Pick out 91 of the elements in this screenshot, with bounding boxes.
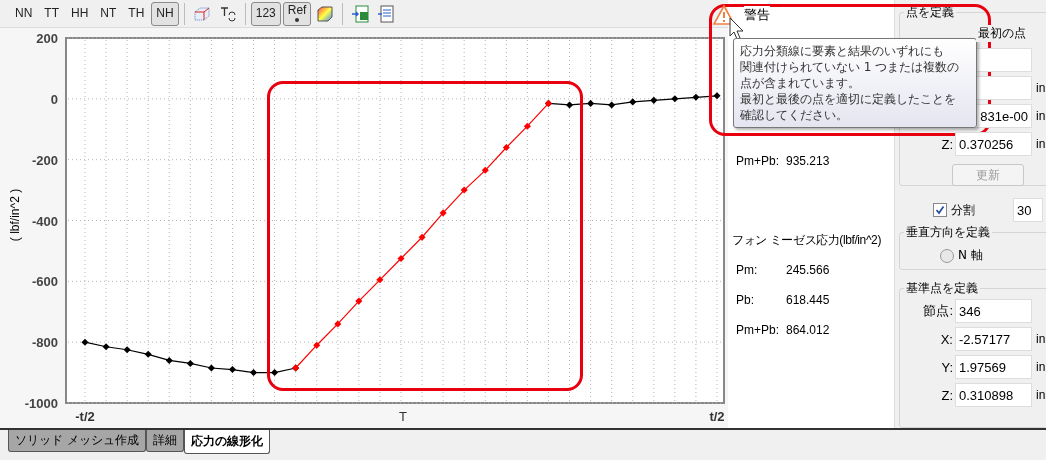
- data-point: [313, 341, 321, 349]
- group-title: 基準点を定義: [905, 280, 979, 297]
- data-point: [165, 356, 173, 364]
- tooltip-title: 警告: [744, 6, 770, 24]
- data-point: [397, 255, 405, 263]
- data-point: [523, 122, 531, 130]
- data-point: [123, 346, 131, 354]
- message-line: 応力分類線に要素と結果のいずれにも: [740, 43, 944, 59]
- unit-label: in: [1036, 388, 1046, 402]
- unit-label: in: [1036, 137, 1046, 151]
- unit-label: in: [1036, 109, 1046, 123]
- result-label: Pb:: [736, 293, 755, 307]
- data-point: [629, 98, 637, 106]
- field-label: Y:: [941, 359, 953, 375]
- y-axis-label: ( lbf/in^2 ): [8, 188, 22, 242]
- view-button[interactable]: TT: [39, 1, 64, 26]
- result-value: 245.566: [786, 263, 830, 277]
- radio-button[interactable]: [940, 248, 954, 263]
- data-point: [271, 369, 279, 377]
- data-point: [228, 366, 236, 374]
- data-point: [81, 338, 89, 346]
- data-point: [502, 143, 510, 152]
- result-value: 618.445: [786, 293, 830, 307]
- data-point: [650, 96, 658, 104]
- input-field[interactable]: 0.310898: [955, 383, 1032, 407]
- result-label: Pm:: [736, 263, 759, 277]
- result-value: 864.012: [786, 323, 830, 337]
- group-subtitle: 最初の点: [976, 25, 1028, 42]
- tab[interactable]: ソリッド メッシュ作成: [8, 430, 146, 452]
- field-label: Z:: [941, 136, 953, 152]
- view-button[interactable]: NT: [95, 1, 122, 26]
- view-button[interactable]: TH: [123, 1, 150, 26]
- data-point: [460, 186, 468, 194]
- data-point: [334, 320, 342, 328]
- input-field[interactable]: 0.370256: [955, 132, 1032, 156]
- unit-label: in: [1036, 332, 1046, 346]
- result-label: Pm+Pb:: [736, 154, 781, 168]
- data-point: [566, 101, 574, 109]
- data-point: [355, 297, 363, 305]
- result-value: 935.213: [786, 154, 830, 168]
- data-point: [186, 359, 194, 367]
- y-tick-label: -800: [31, 335, 58, 351]
- message-line: 確認してください。: [740, 107, 848, 123]
- message-line: 点が含まれています。: [740, 75, 860, 91]
- data-point: [250, 369, 258, 377]
- display-button[interactable]: Ref: [282, 1, 312, 26]
- view-button[interactable]: NH: [151, 1, 179, 26]
- data-point: [692, 93, 700, 101]
- input-field[interactable]: -2.57177: [955, 327, 1032, 351]
- data-point: [608, 101, 616, 109]
- field-label: X:: [940, 331, 953, 347]
- checkbox[interactable]: [933, 203, 947, 217]
- x-tick-label: t/2: [709, 409, 725, 424]
- checkbox-label: 分割: [951, 201, 975, 219]
- radio-label: N 軸: [958, 247, 983, 264]
- unit-label: in: [1036, 360, 1046, 374]
- data-point: [207, 364, 215, 372]
- section-title: フォン ミーゼス応力(lbf/in^2): [732, 231, 882, 249]
- input-field[interactable]: 1.97569: [955, 355, 1032, 379]
- tab[interactable]: 応力の線形化: [183, 430, 270, 454]
- y-tick-label: 0: [50, 91, 58, 107]
- field-label: Z:: [941, 387, 953, 403]
- unit-label: in: [1036, 81, 1046, 95]
- y-tick-label: -400: [31, 213, 58, 229]
- group-title: 点を定義: [905, 4, 955, 21]
- result-label: Pm+Pb:: [736, 323, 781, 337]
- message-line: 関連付けられていない 1 つまたは複数の: [740, 59, 960, 75]
- data-point: [102, 343, 110, 351]
- input-field[interactable]: 30: [1013, 198, 1043, 222]
- input-field[interactable]: 346: [955, 299, 1032, 323]
- view-button[interactable]: NN: [10, 1, 38, 26]
- x-tick-label: -t/2: [75, 409, 95, 424]
- data-point: [418, 233, 426, 241]
- y-tick-label: -1000: [24, 396, 58, 411]
- data-point: [713, 92, 721, 100]
- data-point: [587, 99, 595, 107]
- data-point: [481, 166, 489, 174]
- y-tick-label: -600: [31, 274, 58, 290]
- data-point: [439, 209, 447, 217]
- y-tick-label: 200: [36, 31, 58, 46]
- message-line: 最初と最後の点を適切に定義したことを: [740, 91, 956, 107]
- data-point: [671, 95, 679, 103]
- group-title: 垂直方向を定義: [905, 224, 991, 241]
- data-point: [144, 350, 152, 358]
- view-button[interactable]: HH: [66, 1, 94, 26]
- display-button[interactable]: 123: [250, 1, 281, 26]
- field-label: 節点:: [923, 302, 953, 320]
- tab[interactable]: 詳細: [145, 430, 184, 452]
- x-axis-label: T: [399, 409, 407, 424]
- data-point: [376, 276, 384, 284]
- y-tick-label: -200: [31, 152, 58, 168]
